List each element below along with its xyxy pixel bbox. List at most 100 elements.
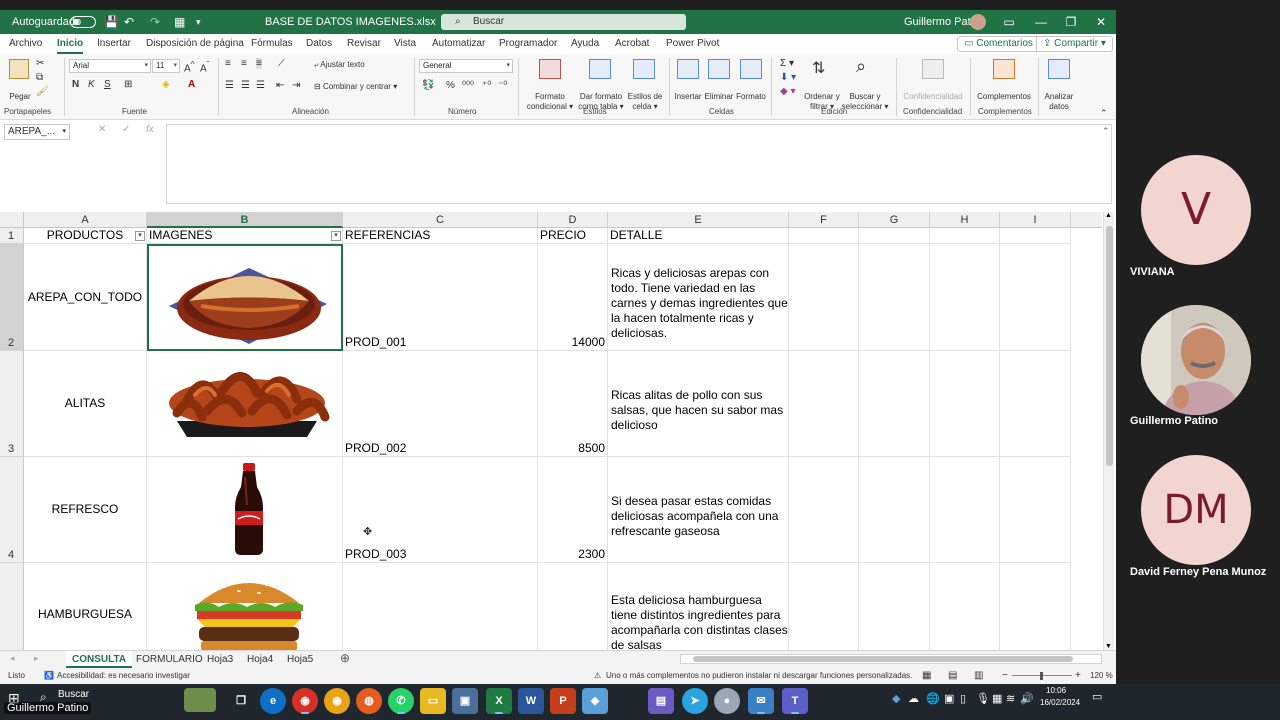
align-middle-icon[interactable]: ≡ [241,58,247,69]
column-header-partial[interactable] [1071,212,1102,228]
name-box[interactable]: AREPA_... ▾ [4,124,70,140]
task-view-icon[interactable]: ❐ [228,688,254,714]
select-all-corner[interactable] [0,212,24,228]
percent-icon[interactable]: % [446,80,455,91]
delete-cells-label[interactable]: Eliminar [701,92,737,102]
sheet-tab-hoja3[interactable]: Hoja3 [201,651,239,668]
product-cell[interactable]: AREPA_CON_TODO [24,244,147,351]
underline-icon[interactable]: S [104,79,111,90]
whatsapp-icon[interactable]: ✆ [388,688,414,714]
product-cell[interactable]: REFRESCO [24,457,147,563]
language-icon[interactable]: 🌐 [926,692,940,705]
powerpoint-icon[interactable]: P [550,688,576,714]
align-left-icon[interactable]: ☰ [225,80,234,91]
empty-cell[interactable] [930,244,1000,351]
empty-cell[interactable] [789,228,859,244]
maximize-icon[interactable]: ❐ [1056,10,1086,34]
word-icon[interactable]: W [518,688,544,714]
font-name-select[interactable]: Arial [69,59,151,73]
number-format-select[interactable]: General [419,59,513,73]
delete-cells-icon[interactable] [708,59,730,79]
edge-icon[interactable]: e [260,688,286,714]
empty-cell[interactable] [930,563,1000,650]
empty-cell[interactable] [930,457,1000,563]
teams-icon[interactable]: ▤ [648,688,674,714]
close-icon[interactable]: ✕ [1086,10,1116,34]
format-table-icon[interactable] [589,59,611,79]
product-cell[interactable]: ALITAS [24,351,147,457]
column-header-i[interactable]: I [1000,212,1071,228]
font-color-icon[interactable]: A [188,79,195,90]
firefox-icon[interactable]: ◍ [356,688,382,714]
addins-message[interactable]: Uno o más complementos no pudieron insta… [606,668,912,684]
column-header-e[interactable]: E [608,212,789,228]
format-cells-label[interactable]: Formato [733,92,769,102]
align-top-icon[interactable]: ≡ [225,58,231,69]
column-header-a[interactable]: A [24,212,147,228]
align-bottom-icon[interactable]: ≡ [256,58,262,69]
horizontal-scroll-thumb[interactable] [693,656,1073,662]
header-cell-referencias[interactable]: REFERENCIAS [343,228,538,244]
taskbar-search-label[interactable]: Buscar [58,689,89,700]
cell-styles-icon[interactable] [633,59,655,79]
row-header-3[interactable]: 3 [0,351,24,457]
accessibility-status[interactable]: Accesibilidad: es necesario investigar [57,668,190,684]
column-header-c[interactable]: C [343,212,538,228]
decrease-font-icon[interactable]: Aˇ [200,59,209,74]
column-header-b[interactable]: B [147,212,343,228]
tab-programador[interactable]: Programador [499,34,557,54]
conditional-format-button[interactable]: Formato condicional ▾ [522,92,578,112]
app-icon[interactable]: ● [714,688,740,714]
tab-datos[interactable]: Datos [306,34,332,54]
increase-font-icon[interactable]: A^ [184,59,195,74]
borders-icon[interactable]: ⊞ [124,79,132,90]
battery-icon[interactable]: ▯ [960,692,966,705]
minimize-icon[interactable]: — [1026,10,1056,34]
clock-date[interactable]: 16/02/2024 [1040,698,1080,707]
tab-revisar[interactable]: Revisar [347,34,381,54]
sort-filter-icon[interactable]: ⇅ [812,58,825,78]
app-icon[interactable]: ◆ [582,688,608,714]
page-break-icon[interactable]: ▥ [974,668,983,684]
display-icon[interactable]: ▣ [944,692,954,705]
outlook-icon[interactable]: ✉ [748,688,774,714]
tab-ayuda[interactable]: Ayuda [571,34,599,54]
empty-cell[interactable] [1000,563,1071,650]
detail-cell[interactable]: Esta deliciosa hamburguesa tiene distint… [608,563,789,650]
addins-icon[interactable] [993,59,1015,79]
computer-icon[interactable]: ▣ [452,688,478,714]
collapse-ribbon-icon[interactable]: ⌃ [1100,108,1108,119]
decrease-indent-icon[interactable]: ⇤ [276,80,284,91]
copy-icon[interactable]: ⧉ [36,72,43,83]
insert-function-icon[interactable]: fx [146,124,154,135]
tab-formulas[interactable]: Fórmulas [251,34,293,54]
header-cell-precio[interactable]: PRECIO [538,228,608,244]
orientation-icon[interactable]: ⟋ [278,58,285,69]
zoom-out-icon[interactable]: − [1002,668,1008,684]
zoom-slider-thumb[interactable] [1040,672,1043,680]
normal-view-icon[interactable]: ▦ [922,668,931,684]
empty-cell[interactable] [789,244,859,351]
accessibility-icon[interactable]: ♿ [44,668,54,684]
italic-icon[interactable]: K [88,79,95,90]
column-header-h[interactable]: H [930,212,1000,228]
align-right-icon[interactable]: ☰ [256,80,265,91]
tray-icon[interactable]: ◆ [892,692,900,705]
confirm-formula-icon[interactable]: ✓ [122,124,130,135]
filter-dropdown-icon[interactable]: ▾ [135,231,145,241]
clock-time[interactable]: 10:06 [1046,686,1066,695]
redo-icon[interactable]: ↷ [150,10,160,34]
table-icon[interactable]: ▦ [174,10,185,34]
ribbon-options-icon[interactable]: ▭ [994,10,1024,34]
tab-insertar[interactable]: Insertar [97,34,131,54]
mic-icon[interactable]: 🎙 [976,692,990,705]
empty-cell[interactable] [930,228,1000,244]
empty-cell[interactable] [1000,228,1071,244]
format-painter-icon[interactable]: 🖌 [36,86,49,97]
customize-icon[interactable]: ▾ [196,10,201,34]
vertical-scroll-thumb[interactable] [1106,226,1113,466]
analyze-data-icon[interactable] [1048,59,1070,79]
prev-sheet-icon[interactable]: ◂ [10,653,15,664]
fill-icon[interactable]: ⬇ ▾ [780,72,796,83]
scroll-up-icon[interactable]: ▲ [1105,212,1112,219]
